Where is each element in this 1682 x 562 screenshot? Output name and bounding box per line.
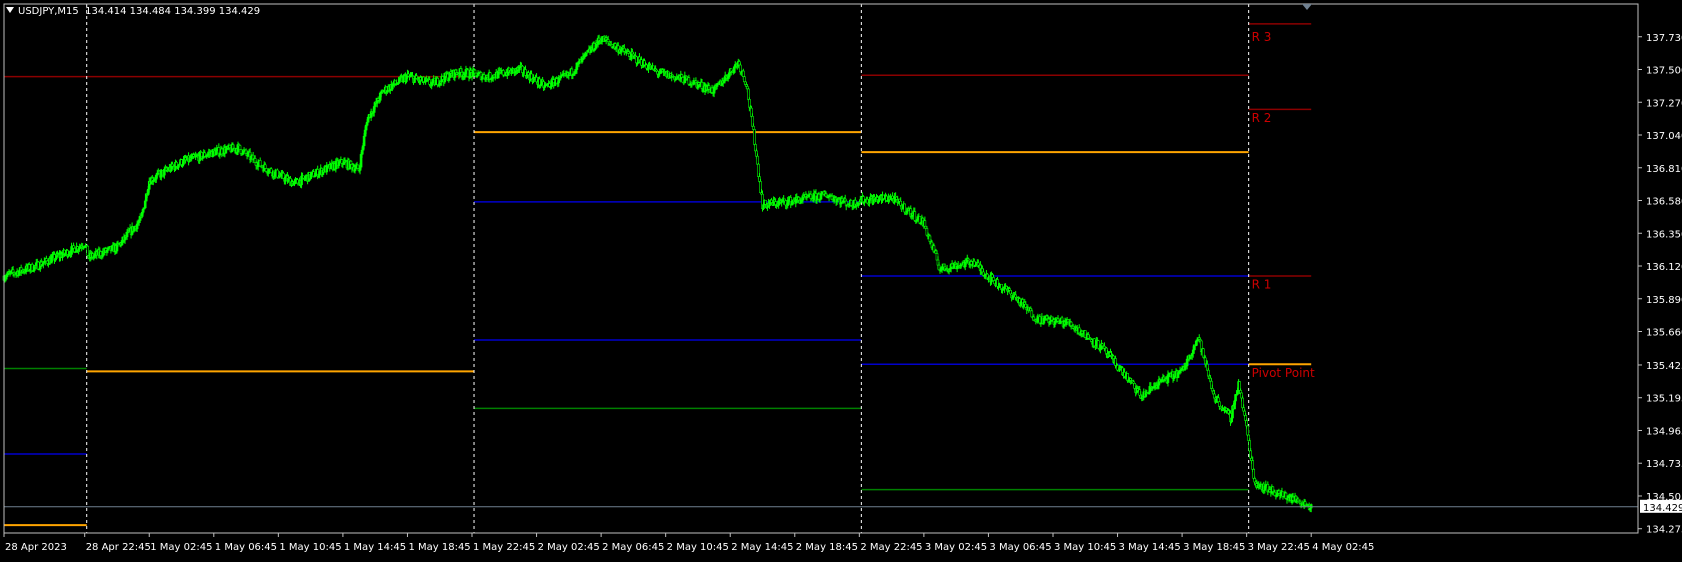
x-tick-label: 2 May 14:45 xyxy=(731,542,793,553)
candle-body xyxy=(903,203,907,213)
x-tick-label: 1 May 06:45 xyxy=(215,542,277,553)
candle-body xyxy=(276,169,279,178)
candle-body xyxy=(969,261,973,265)
x-tick-label: 1 May 10:45 xyxy=(279,542,341,553)
chart-header: USDJPY,M15 134.414 134.484 134.399 134.4… xyxy=(6,6,260,18)
symbol-label: USDJPY,M15 xyxy=(18,6,79,17)
x-tick-label: 3 May 10:45 xyxy=(1054,542,1116,553)
y-tick-label: 137.730 xyxy=(1646,33,1682,44)
x-tick-label: 1 May 14:45 xyxy=(344,542,406,553)
candle-body xyxy=(354,165,358,169)
candle-body xyxy=(182,158,185,165)
candle-body xyxy=(175,162,178,167)
candle-body xyxy=(606,39,610,43)
x-tick-label: 2 May 22:45 xyxy=(860,542,922,553)
x-tick-label: 3 May 02:45 xyxy=(925,542,987,553)
price-chart[interactable]: R 3 R 2 R 1 Pivot Point 137.730 137.500 137.2… xyxy=(0,0,1682,558)
candle-body xyxy=(296,179,299,184)
x-tick-label: 2 May 02:45 xyxy=(538,542,600,553)
y-tick-label: 135.660 xyxy=(1646,328,1682,339)
level-label: R 3 xyxy=(1252,30,1272,44)
candle-body xyxy=(263,164,267,169)
candle-body xyxy=(413,77,416,83)
y-tick-label: 137.500 xyxy=(1646,66,1682,77)
candle-body xyxy=(756,155,759,165)
level-label: Pivot Point xyxy=(1252,366,1315,380)
y-tick-label: 134.735 xyxy=(1646,459,1682,470)
candle-body xyxy=(1069,321,1073,326)
candle-body xyxy=(473,69,477,74)
candle-body xyxy=(238,145,242,150)
candle-body xyxy=(365,121,369,126)
y-tick-label: 136.580 xyxy=(1646,197,1682,208)
candle-body xyxy=(1245,420,1248,427)
y-tick-label: 137.270 xyxy=(1646,98,1682,109)
y-tick-label: 134.965 xyxy=(1646,426,1682,437)
candle-body xyxy=(923,220,927,227)
candle-body xyxy=(284,177,287,182)
candle-body xyxy=(218,152,222,156)
y-tick-label: 134.275 xyxy=(1646,525,1682,536)
level-label: R 2 xyxy=(1252,111,1272,125)
y-tick-label: 136.810 xyxy=(1646,164,1682,175)
x-tick-label: 28 Apr 2023 xyxy=(5,542,67,553)
candle-body xyxy=(141,208,145,213)
candle-body xyxy=(752,125,755,130)
candle-body xyxy=(1101,343,1104,347)
y-tick-label: 135.195 xyxy=(1646,394,1682,405)
candle-body xyxy=(1217,397,1220,403)
x-tick-label: 2 May 06:45 xyxy=(602,542,664,553)
x-tick-label: 2 May 10:45 xyxy=(667,542,729,553)
y-tick-label: 135.425 xyxy=(1646,361,1682,372)
chart-area[interactable]: R 3 R 2 R 1 Pivot Point 137.730 137.500 137.2… xyxy=(0,0,1682,558)
y-tick-label: 136.350 xyxy=(1646,229,1682,240)
candle-body xyxy=(190,155,193,160)
y-tick-label: 135.890 xyxy=(1646,295,1682,306)
candle-body xyxy=(739,64,742,73)
candle-body xyxy=(762,204,765,209)
candle-body xyxy=(743,76,746,83)
x-tick-label: 3 May 22:45 xyxy=(1248,542,1310,553)
candle-body xyxy=(362,135,366,147)
candle-body xyxy=(434,79,437,86)
candle-body xyxy=(913,211,917,221)
y-tick-label: 137.040 xyxy=(1646,131,1682,142)
x-tick-label: 3 May 18:45 xyxy=(1183,542,1245,553)
candle-body xyxy=(1038,316,1042,324)
chart-background xyxy=(0,0,1682,558)
candle-body xyxy=(1246,425,1249,436)
candle-body xyxy=(901,206,905,210)
level-label: R 1 xyxy=(1252,278,1272,292)
x-tick-label: 28 Apr 22:45 xyxy=(86,542,151,553)
x-tick-label: 1 May 22:45 xyxy=(473,542,535,553)
candle-body xyxy=(1251,460,1254,470)
chart-menu-icon[interactable] xyxy=(6,7,14,13)
candle-body xyxy=(143,200,147,209)
x-tick-label: 3 May 06:45 xyxy=(989,542,1051,553)
ohlc-values: 134.414 134.484 134.399 134.429 xyxy=(85,6,261,17)
y-tick-label: 136.120 xyxy=(1646,262,1682,273)
current-price-label: 134.429 xyxy=(1643,503,1682,514)
candle-body xyxy=(1116,365,1119,371)
candle-body xyxy=(501,70,505,76)
candle-body xyxy=(992,277,995,281)
x-tick-label: 2 May 18:45 xyxy=(796,542,858,553)
candle-body xyxy=(1093,338,1096,347)
candle-body xyxy=(753,129,756,145)
candle-body xyxy=(86,245,90,256)
x-tick-label: 4 May 02:45 xyxy=(1312,542,1374,553)
x-tick-label: 3 May 14:45 xyxy=(1119,542,1181,553)
candle-body xyxy=(482,74,486,79)
x-tick-label: 1 May 02:45 xyxy=(150,542,212,553)
candle-body xyxy=(258,160,262,167)
x-tick-label: 1 May 18:45 xyxy=(408,542,470,553)
